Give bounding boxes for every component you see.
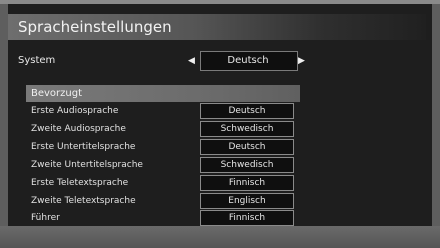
second-audio-language-value: Schwedisch <box>220 124 274 134</box>
system-language-label: System <box>18 55 56 66</box>
second-teletext-language-label: Zweite Teletextsprache <box>31 196 136 206</box>
bottom-band <box>0 226 440 248</box>
first-teletext-language-label: Erste Teletextsprache <box>31 178 129 188</box>
second-subtitle-language-label: Zweite Untertitelsprache <box>31 160 143 170</box>
preferred-section-label: Bevorzugt <box>31 88 83 99</box>
second-audio-language-label: Zweite Audiosprache <box>31 124 126 134</box>
page-title: Spracheinstellungen <box>18 18 172 36</box>
system-language-value: Deutsch <box>227 55 269 66</box>
guide-language-value: Finnisch <box>228 213 266 223</box>
second-subtitle-language-value: Schwedisch <box>220 160 274 170</box>
first-teletext-language-value: Finnisch <box>228 178 266 188</box>
arrow-right-icon[interactable]: ▶ <box>298 54 305 68</box>
first-audio-language-value: Deutsch <box>228 106 266 116</box>
second-teletext-language-value: Englisch <box>228 196 266 206</box>
guide-language-label: Führer <box>31 213 60 223</box>
first-audio-language-label: Erste Audiosprache <box>31 106 119 116</box>
first-subtitle-language-label: Erste Untertitelsprache <box>31 142 136 152</box>
first-subtitle-language-value: Deutsch <box>228 142 266 152</box>
tv-screen: Spracheinstellungen System ◀ Deutsch ▶ B… <box>0 0 440 248</box>
arrow-left-icon[interactable]: ◀ <box>188 54 195 68</box>
